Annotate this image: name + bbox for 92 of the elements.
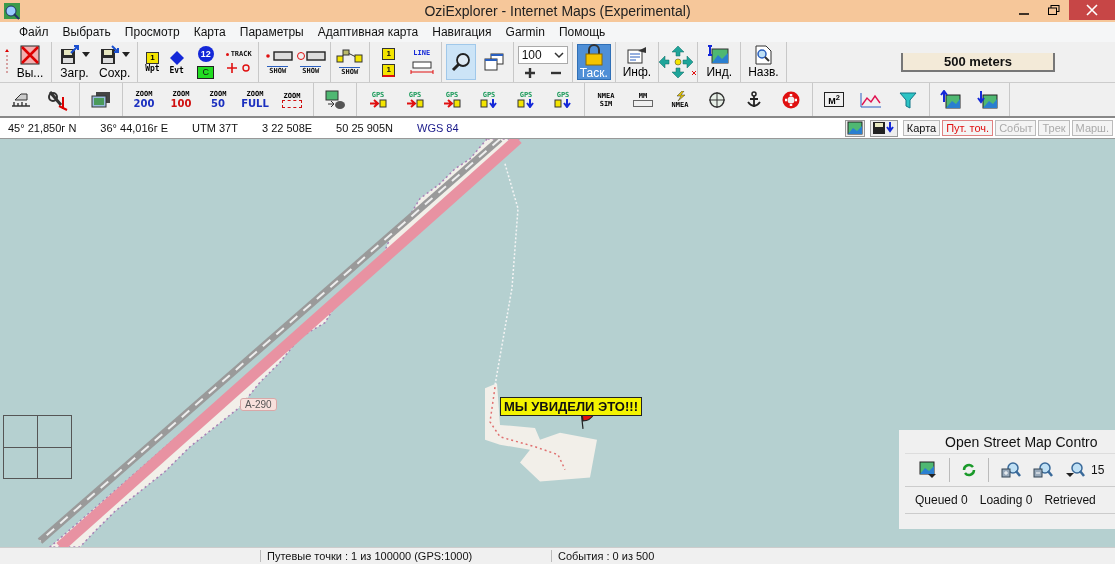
plus-circle-icon xyxy=(225,62,252,74)
panel-title: Open Street Map Contro xyxy=(944,433,1099,450)
info-card-icon xyxy=(625,45,648,65)
close-icon xyxy=(1086,4,1098,16)
menu-item[interactable]: Garmin xyxy=(498,25,552,39)
floppy-download-icon xyxy=(871,121,896,135)
coordinate-text: 36° 44,016г E xyxy=(100,122,169,134)
wrench-pin-icon xyxy=(47,88,69,111)
crossed-map-icon xyxy=(19,44,41,66)
number-badge-icon: 12 xyxy=(197,45,214,62)
close-button[interactable] xyxy=(1069,0,1115,20)
line-chart-icon xyxy=(860,91,882,108)
map-upload-icon xyxy=(940,89,962,110)
menu-item[interactable]: Просмотр xyxy=(117,25,187,39)
save-button[interactable] xyxy=(869,119,898,137)
coordinate-text: WGS 84 xyxy=(417,122,459,134)
menu-item[interactable]: Выбрать xyxy=(55,25,118,39)
waypoint-label: МЫ УВИДЕЛИ ЭТО!!! xyxy=(500,397,642,416)
arrow-to-box-icon xyxy=(406,99,424,108)
coordinate-text: 45° 21,850г N xyxy=(8,122,77,134)
padlock-icon xyxy=(583,44,604,66)
diamond-icon xyxy=(168,49,185,66)
caret-icon xyxy=(553,50,564,59)
map-download-icon xyxy=(977,89,999,110)
zoom-select[interactable]: 100 xyxy=(517,45,568,64)
lifebuoy-icon xyxy=(782,90,800,109)
coordinate-text: UTM 37T xyxy=(192,122,238,134)
map-picture-icon xyxy=(708,45,731,65)
zoom-level-text: 15 xyxy=(1091,463,1105,477)
app-globe-icon xyxy=(3,2,21,20)
monitor-icon xyxy=(90,90,112,109)
view-tab[interactable]: Карта xyxy=(902,120,941,136)
menu-item[interactable]: Карта xyxy=(186,25,233,39)
search-icon xyxy=(450,52,471,72)
toolbar-button[interactable]: Назв. xyxy=(745,44,782,80)
toolbar-button[interactable]: Инф. xyxy=(619,44,655,80)
window-title: OziExplorer - Internet Maps (Experimental) xyxy=(423,3,691,19)
map-picture-icon xyxy=(846,121,863,135)
scale-bar: 500 meters xyxy=(901,52,1055,72)
menu-item[interactable]: Адаптивная карта xyxy=(310,25,426,39)
floppy-upload-icon xyxy=(59,44,81,66)
event-button[interactable]: Evt xyxy=(165,44,188,80)
menu-item[interactable]: Навигация xyxy=(425,25,499,39)
floppy-download-icon xyxy=(99,44,122,66)
arrow-to-box-icon xyxy=(443,99,461,108)
menu-item[interactable]: Помощь xyxy=(551,25,613,39)
menu-item[interactable]: Параметры xyxy=(232,25,311,39)
toolbar-button[interactable]: M$^{2}$ xyxy=(817,84,851,115)
zoom-in-icon[interactable] xyxy=(523,66,536,79)
box-arrow-down-icon xyxy=(517,99,535,108)
refresh-icon[interactable] xyxy=(962,463,976,477)
coordinate-text: 50 25 905N xyxy=(336,122,393,134)
status-text: Retrieved xyxy=(1044,493,1096,507)
map-printer-icon xyxy=(324,89,346,110)
menu-item[interactable]: Файл xyxy=(12,25,56,39)
status-text: Путевые точки : 1 из 100000 (GPS:1000) xyxy=(260,550,551,562)
zoom-in-icon[interactable] xyxy=(1001,461,1021,479)
waypoint-button[interactable]: 1 Wpt xyxy=(142,44,163,80)
road-label: A-290 xyxy=(240,398,277,411)
toolbar-button[interactable]: Сохр. xyxy=(96,44,134,80)
restore-icon xyxy=(1048,5,1060,15)
coordinate-text: 3 22 508E xyxy=(261,122,313,134)
route-icon xyxy=(335,48,364,63)
crosshair-icon xyxy=(708,90,726,109)
zoom-out-icon[interactable] xyxy=(1033,461,1053,479)
letter-badge-icon: C xyxy=(197,65,214,79)
funnel-icon xyxy=(899,90,917,109)
lightning-icon xyxy=(674,90,686,101)
map-download-icon[interactable] xyxy=(919,461,937,479)
toolbar-button[interactable]: Вы... xyxy=(13,44,47,80)
minimize-icon xyxy=(1019,13,1029,15)
zoom-level-icon[interactable] xyxy=(1065,461,1085,479)
waypoint-box-icon: 1 xyxy=(382,47,395,60)
overview-grid[interactable] xyxy=(3,415,72,479)
windows-icon xyxy=(483,52,504,72)
box-arrow-down-icon xyxy=(480,99,498,108)
map-image-button[interactable] xyxy=(844,119,865,137)
view-tab[interactable]: Пут. точ. xyxy=(942,120,994,136)
waypoint-box-icon: 1 xyxy=(382,63,395,77)
status-text: Loading 0 xyxy=(979,493,1033,507)
toolbar-button[interactable]: Инд. xyxy=(702,44,737,80)
toolbar-button[interactable]: Загр. xyxy=(56,44,93,80)
measure-rect-icon xyxy=(408,61,435,75)
toolbar-button[interactable] xyxy=(445,44,476,80)
anchor-icon xyxy=(746,90,762,109)
document-search-icon xyxy=(753,45,774,65)
status-text: События : 0 из 500 xyxy=(551,550,661,562)
circle-bar-icon xyxy=(295,49,326,62)
status-text: Queued 0 xyxy=(915,493,968,507)
arrow-to-box-icon xyxy=(369,99,387,108)
box-arrow-down-icon xyxy=(554,99,572,108)
direction-arrows-icon xyxy=(658,45,699,79)
